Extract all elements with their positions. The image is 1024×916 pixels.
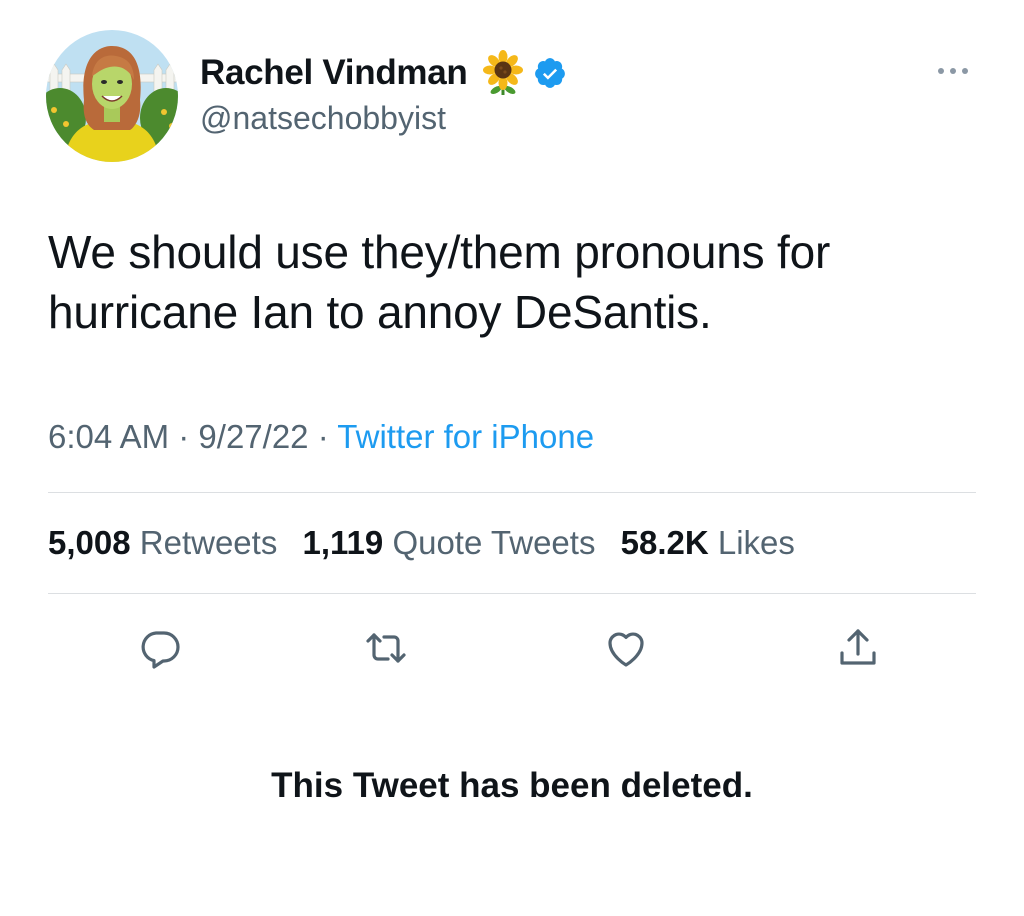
tweet-text: We should use they/them pronouns for hur…	[48, 222, 988, 342]
retweet-button[interactable]	[362, 624, 410, 672]
sunflower-icon	[481, 50, 525, 96]
author-display-name[interactable]: Rachel Vindman	[200, 53, 468, 93]
tweet-time[interactable]: 6:04 AM	[48, 418, 169, 455]
verified-badge-icon[interactable]	[533, 56, 567, 90]
retweets-count: 5,008	[48, 524, 131, 561]
quote-tweets-stat[interactable]: 1,119 Quote Tweets	[303, 524, 596, 561]
avatar[interactable]	[46, 30, 178, 162]
like-icon	[608, 632, 644, 667]
deleted-notice: This Tweet has been deleted.	[271, 766, 753, 805]
meta-separator: ·	[178, 418, 190, 455]
tweet-date[interactable]: 9/27/22	[198, 418, 308, 455]
share-icon	[840, 629, 876, 665]
more-options-icon[interactable]	[932, 58, 974, 84]
divider	[48, 492, 976, 493]
share-button[interactable]	[834, 624, 882, 672]
like-button[interactable]	[602, 624, 650, 672]
divider	[48, 593, 976, 594]
retweets-label: Retweets	[139, 524, 278, 561]
tweet-source-link[interactable]: Twitter for iPhone	[337, 418, 594, 455]
quote-tweets-label: Quote Tweets	[392, 524, 596, 561]
reply-icon	[141, 631, 180, 669]
tweet-text-line-1: We should use they/them pronouns for	[48, 226, 831, 278]
retweets-stat[interactable]: 5,008 Retweets	[48, 524, 277, 561]
tweet-text-line-2: hurricane Ian to annoy DeSantis.	[48, 286, 712, 338]
likes-count: 58.2K	[620, 524, 709, 561]
author-name-row: Rachel Vindman	[200, 50, 567, 96]
reply-button[interactable]	[136, 624, 184, 672]
quote-tweets-count: 1,119	[302, 524, 384, 561]
retweet-icon	[366, 633, 406, 663]
likes-label: Likes	[717, 524, 795, 561]
tweet-stats: 5,008 Retweets 1,119 Quote Tweets 58.2K …	[48, 524, 811, 562]
likes-stat[interactable]: 58.2K Likes	[621, 524, 795, 561]
tweet-meta: 6:04 AM · 9/27/22 · Twitter for iPhone	[48, 418, 594, 456]
author-handle[interactable]: @natsechobbyist	[200, 100, 446, 137]
meta-separator: ·	[317, 418, 329, 455]
